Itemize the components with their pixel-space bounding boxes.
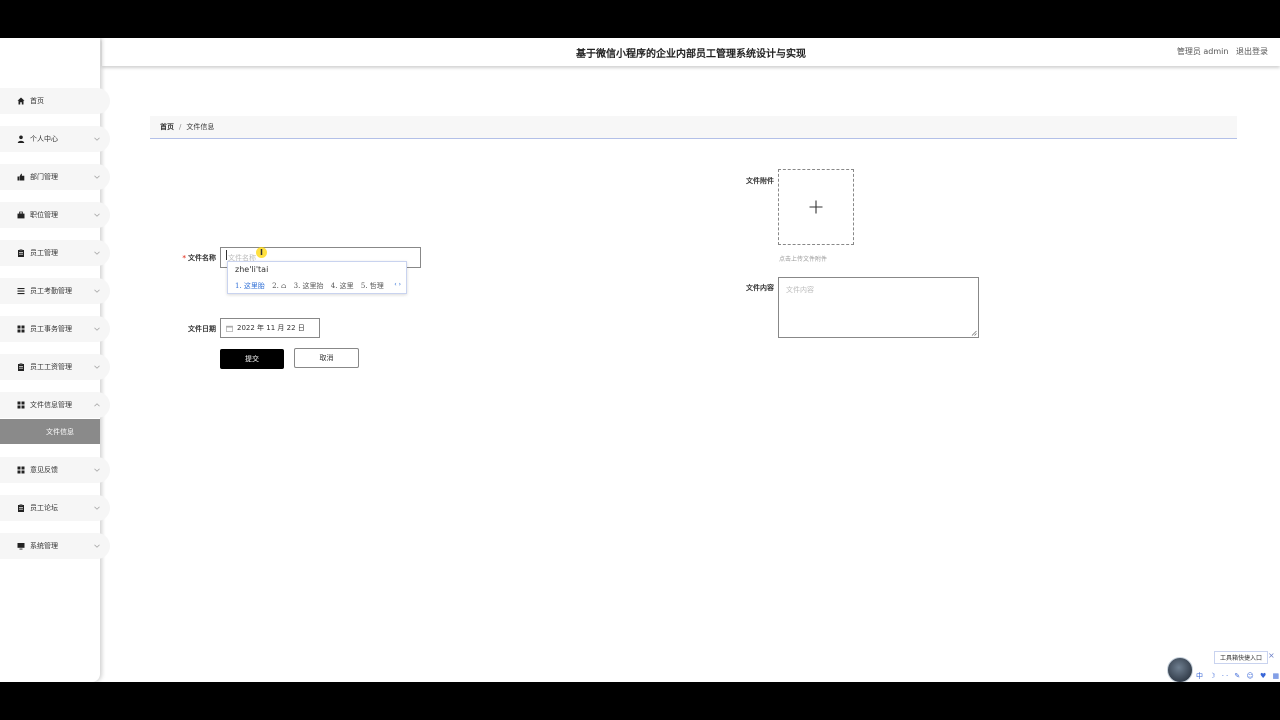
sidebar-item-forum[interactable]: 员工论坛	[0, 495, 110, 521]
ime-candidate[interactable]: 2. ⌂	[272, 282, 286, 290]
home-icon	[16, 97, 25, 106]
mouse-cursor-icon: I	[256, 247, 267, 258]
grid-icon	[16, 325, 25, 334]
header-user-area: 管理员 admin 退出登录	[1172, 46, 1268, 57]
calendar-icon	[226, 325, 233, 332]
sidebar-item-label: 员工论坛	[30, 504, 58, 512]
file-content-label: 文件内容	[746, 284, 774, 292]
required-mark: *	[182, 254, 186, 262]
monitor-icon	[16, 542, 25, 551]
top-header: 基于微信小程序的企业内部员工管理系统设计与实现 管理员 admin 退出登录	[102, 38, 1280, 66]
file-name-label: * 文件名称	[182, 254, 216, 262]
ime-candidate[interactable]: 4. 这里	[331, 282, 354, 290]
ime-composition: zhe'li'tai	[235, 265, 269, 274]
sidebar-item-files[interactable]: 文件信息管理	[0, 392, 110, 418]
breadcrumb-home[interactable]: 首页	[160, 122, 174, 132]
clipboard-icon	[16, 504, 25, 513]
grid-icon	[16, 401, 25, 410]
ime-status-bar[interactable]: 中 ☽ ·· ✎ ☺ ♥ ▦ ♙	[1196, 671, 1280, 681]
file-content-textarea[interactable]: 文件内容	[778, 277, 979, 338]
file-date-value: 2022 年 11 月 22 日	[237, 324, 305, 332]
upload-tip: 点击上传文件附件	[779, 256, 828, 263]
breadcrumb-separator: /	[179, 123, 182, 131]
list-icon	[16, 287, 25, 296]
chevron-down-icon	[94, 137, 100, 141]
toolbox-shortcut[interactable]: 工具箱快捷入口	[1214, 651, 1268, 664]
sidebar-item-label: 个人中心	[30, 135, 58, 143]
chevron-down-icon	[94, 251, 100, 255]
chevron-down-icon	[94, 365, 100, 369]
ime-candidates: 1. 这里胎 2. ⌂ 3. 这里抬 4. 这里 5. 哲理	[235, 281, 389, 291]
assistant-avatar[interactable]	[1167, 657, 1193, 682]
plus-icon	[809, 200, 823, 214]
sidebar-item-label: 员工工资管理	[30, 363, 72, 371]
sidebar-item-department[interactable]: 部门管理	[0, 164, 110, 190]
ime-candidate[interactable]: 1. 这里胎	[235, 282, 265, 290]
sidebar-item-home[interactable]: 首页	[0, 88, 110, 114]
ime-page-arrows[interactable]: ‹ ›	[394, 281, 401, 288]
submit-button[interactable]: 提交	[220, 349, 284, 369]
sidebar-item-label: 文件信息管理	[30, 401, 72, 409]
file-date-label: 文件日期	[188, 325, 216, 333]
sidebar-item-label: 员工管理	[30, 249, 58, 257]
sidebar-subitem-file-info[interactable]: 文件信息	[0, 419, 100, 444]
clipboard-icon	[16, 363, 25, 372]
grid-icon	[16, 466, 25, 475]
thumb-icon	[16, 173, 25, 182]
resize-handle-icon[interactable]	[971, 330, 977, 336]
breadcrumb: 首页 / 文件信息	[150, 116, 1237, 139]
logout-link[interactable]: 退出登录	[1236, 47, 1268, 56]
sidebar-item-label: 系统管理	[30, 542, 58, 550]
chevron-down-icon	[94, 175, 100, 179]
sidebar-item-employee[interactable]: 员工管理	[0, 240, 110, 266]
sidebar-item-label: 职位管理	[30, 211, 58, 219]
chevron-down-icon	[94, 213, 100, 217]
app-window: 基于微信小程序的企业内部员工管理系统设计与实现 管理员 admin 退出登录 首…	[0, 38, 1280, 682]
sidebar-item-label: 员工事务管理	[30, 325, 72, 333]
briefcase-icon	[16, 211, 25, 220]
sidebar-item-attendance[interactable]: 员工考勤管理	[0, 278, 110, 304]
file-attachment-label: 文件附件	[746, 177, 774, 185]
close-icon[interactable]: ×	[1268, 651, 1275, 660]
chevron-down-icon	[94, 544, 100, 548]
sidebar-item-feedback[interactable]: 意见反馈	[0, 457, 110, 483]
chevron-down-icon	[94, 506, 100, 510]
sidebar-item-label: 部门管理	[30, 173, 58, 181]
ime-candidate-window: zhe'li'tai 1. 这里胎 2. ⌂ 3. 这里抬 4. 这里 5. 哲…	[227, 261, 407, 294]
text-caret	[226, 250, 227, 260]
chevron-up-icon	[94, 403, 100, 407]
system-title: 基于微信小程序的企业内部员工管理系统设计与实现	[576, 49, 806, 60]
sidebar-item-position[interactable]: 职位管理	[0, 202, 110, 228]
chevron-down-icon	[94, 327, 100, 331]
file-content-placeholder: 文件内容	[786, 286, 814, 294]
file-upload-box[interactable]	[778, 169, 854, 245]
sidebar-item-profile[interactable]: 个人中心	[0, 126, 110, 152]
user-name: 管理员 admin	[1176, 47, 1229, 56]
chevron-down-icon	[94, 468, 100, 472]
breadcrumb-current: 文件信息	[186, 123, 215, 131]
clipboard-icon	[16, 249, 25, 258]
chevron-down-icon	[94, 289, 100, 293]
sidebar-item-label: 员工考勤管理	[30, 287, 72, 295]
sidebar-item-system[interactable]: 系统管理	[0, 533, 110, 559]
sidebar-item-salary[interactable]: 员工工资管理	[0, 354, 110, 380]
sidebar-item-label: 意见反馈	[30, 466, 58, 474]
sidebar-item-label: 首页	[30, 97, 44, 105]
ime-candidate[interactable]: 5. 哲理	[361, 282, 384, 290]
cancel-button[interactable]: 取消	[294, 348, 359, 368]
sidebar: 首页 个人中心 部门管理 职位管理 员工管理 员工考勤管理 员工事务管理 员工工…	[0, 38, 110, 682]
sidebar-item-affairs[interactable]: 员工事务管理	[0, 316, 110, 342]
ime-candidate[interactable]: 3. 这里抬	[294, 282, 324, 290]
user-icon	[16, 135, 25, 144]
file-date-picker[interactable]: 2022 年 11 月 22 日	[220, 318, 320, 338]
